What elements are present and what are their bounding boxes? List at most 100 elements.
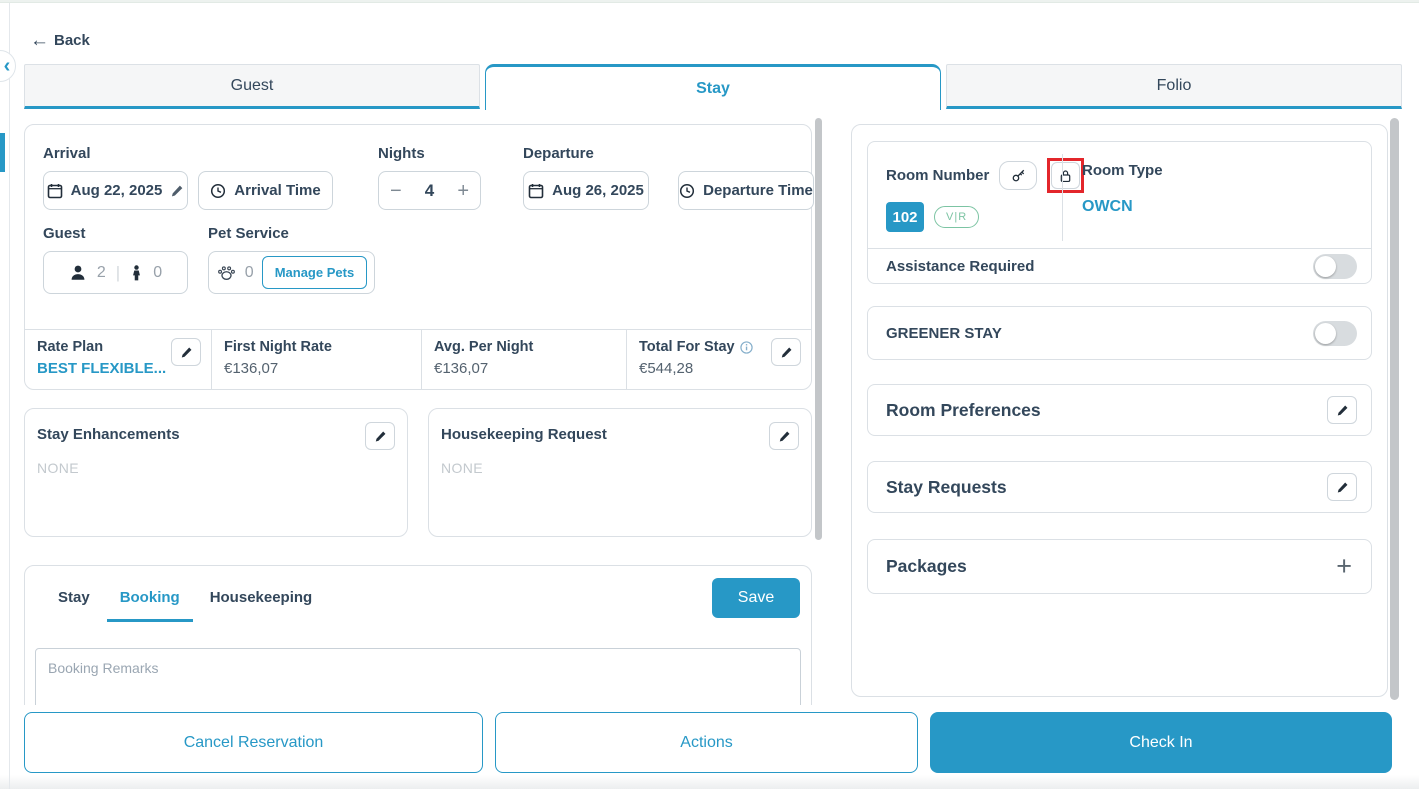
room-panel: Room Number 102 V|R Room Type OWCN Assis… [851, 124, 1388, 697]
pencil-icon [1336, 481, 1349, 494]
nights-stepper: − 4 + [378, 171, 481, 210]
add-package-button[interactable]: + [1331, 553, 1357, 580]
lock-highlight-box [1047, 158, 1085, 193]
back-link[interactable]: ← Back [30, 31, 90, 50]
pet-service-group: Pet Service 0 Manage Pets [208, 225, 375, 294]
room-type-divider [1062, 154, 1063, 241]
edit-room-preferences-button[interactable] [1327, 396, 1357, 424]
avg-night-column: Avg. Per Night €136,07 [421, 330, 626, 389]
edit-rate-plan-button[interactable] [171, 338, 201, 366]
housekeeping-request-card: Housekeeping Request NONE [428, 408, 812, 537]
edit-stay-requests-button[interactable] [1327, 473, 1357, 501]
room-number-label: Room Number [886, 167, 990, 184]
rate-plan-column: Rate Plan BEST FLEXIBLE... [25, 330, 211, 389]
nights-increment-button[interactable]: + [457, 181, 469, 201]
remarks-tab-stay[interactable]: Stay [45, 583, 103, 622]
child-icon [130, 264, 143, 281]
actions-button[interactable]: Actions [495, 712, 918, 773]
key-button[interactable] [999, 161, 1038, 190]
save-button[interactable]: Save [712, 578, 800, 618]
tab-stay[interactable]: Stay [485, 64, 941, 110]
cancel-reservation-button[interactable]: Cancel Reservation [24, 712, 483, 773]
collapse-panel-button[interactable]: ‹ [0, 50, 16, 82]
pet-service-label: Pet Service [208, 225, 289, 242]
child-count: 0 [153, 263, 163, 281]
toggle-knob [1315, 256, 1336, 277]
arrival-group: Arrival Aug 22, 2025 Arrival Time [43, 145, 333, 210]
guest-count-box[interactable]: 2 | 0 [43, 251, 188, 294]
count-divider: | [115, 262, 121, 282]
tab-folio[interactable]: Folio [946, 64, 1402, 109]
arrival-label: Arrival [43, 145, 91, 162]
departure-date-button[interactable]: Aug 26, 2025 [523, 171, 649, 210]
departure-label: Departure [523, 145, 594, 162]
stay-requests-title: Stay Requests [886, 476, 1007, 497]
check-in-button[interactable]: Check In [930, 712, 1392, 773]
stay-enhancements-card: Stay Enhancements NONE [24, 408, 408, 537]
nights-label: Nights [378, 145, 425, 162]
pencil-icon [778, 430, 791, 443]
edit-total-button[interactable] [771, 338, 801, 366]
footer-action-bar: Cancel Reservation Actions Check In [0, 705, 1419, 789]
edit-housekeeping-request-button[interactable] [769, 422, 799, 450]
pencil-icon [180, 346, 193, 359]
room-type-label: Room Type [1082, 162, 1163, 179]
adult-icon [69, 264, 87, 282]
packages-card: Packages + [867, 539, 1372, 594]
nights-decrement-button[interactable]: − [390, 181, 402, 201]
avg-night-label: Avg. Per Night [434, 339, 534, 355]
edit-pencil-icon[interactable] [170, 184, 184, 198]
info-icon[interactable] [739, 340, 753, 354]
departure-group: Departure Aug 26, 2025 Departure Time [523, 145, 814, 210]
room-preferences-card: Room Preferences [867, 384, 1372, 436]
departure-time-button[interactable]: Departure Time [678, 171, 814, 210]
pencil-icon [780, 346, 793, 359]
room-preferences-title: Room Preferences [886, 399, 1041, 420]
greener-stay-toggle[interactable] [1313, 320, 1357, 346]
room-number-badge: 102 [886, 202, 924, 232]
top-divider [0, 0, 1419, 3]
chevron-left-icon: ‹ [3, 54, 11, 77]
toggle-knob [1315, 322, 1336, 344]
stay-requests-card: Stay Requests [867, 461, 1372, 513]
departure-date-value: Aug 26, 2025 [552, 182, 644, 199]
paw-icon [216, 264, 237, 281]
room-status-badge: V|R [934, 206, 980, 228]
housekeeping-request-title: Housekeeping Request [441, 426, 607, 443]
clock-icon [679, 183, 695, 199]
left-column-scrollbar[interactable] [815, 118, 822, 540]
greener-stay-label: GREENER STAY [886, 324, 1002, 342]
guest-count-group: Guest 2 | 0 [43, 225, 188, 294]
remarks-tab-booking[interactable]: Booking [106, 583, 193, 622]
back-label: Back [54, 32, 90, 49]
room-type-link[interactable]: OWCN [1082, 198, 1133, 216]
greener-stay-card: GREENER STAY [867, 306, 1372, 360]
manage-pets-button[interactable]: Manage Pets [261, 256, 368, 289]
packages-title: Packages [886, 556, 967, 576]
assistance-required-label: Assistance Required [886, 258, 1035, 275]
arrival-date-button[interactable]: Aug 22, 2025 [43, 171, 188, 210]
lock-button[interactable] [1051, 162, 1081, 189]
first-night-value: €136,07 [224, 360, 279, 377]
page-scrollbar[interactable] [1390, 118, 1399, 700]
total-stay-label: Total For Stay [639, 339, 735, 355]
remarks-card: Stay Booking Housekeeping Save [24, 565, 812, 748]
left-panel-divider [9, 3, 10, 789]
guest-label: Guest [43, 225, 86, 242]
clock-icon [210, 183, 226, 199]
key-icon [1011, 168, 1026, 183]
stay-enhancements-value: NONE [37, 460, 80, 476]
calendar-icon [47, 183, 63, 199]
housekeeping-request-value: NONE [441, 460, 484, 476]
reservation-page: ‹ ← Back Guest Stay Folio Arrival Aug 22… [0, 0, 1419, 789]
tab-guest[interactable]: Guest [24, 64, 480, 109]
arrival-time-button[interactable]: Arrival Time [198, 171, 333, 210]
edit-stay-enhancements-button[interactable] [365, 422, 395, 450]
stay-enhancements-title: Stay Enhancements [37, 426, 180, 443]
departure-time-label: Departure Time [703, 182, 813, 199]
calendar-icon [528, 183, 544, 199]
assistance-required-toggle[interactable] [1313, 254, 1357, 279]
pet-count: 0 [244, 263, 254, 281]
stay-details-card: Arrival Aug 22, 2025 Arrival Time Nights… [24, 124, 814, 390]
remarks-tab-housekeeping[interactable]: Housekeeping [197, 583, 326, 622]
